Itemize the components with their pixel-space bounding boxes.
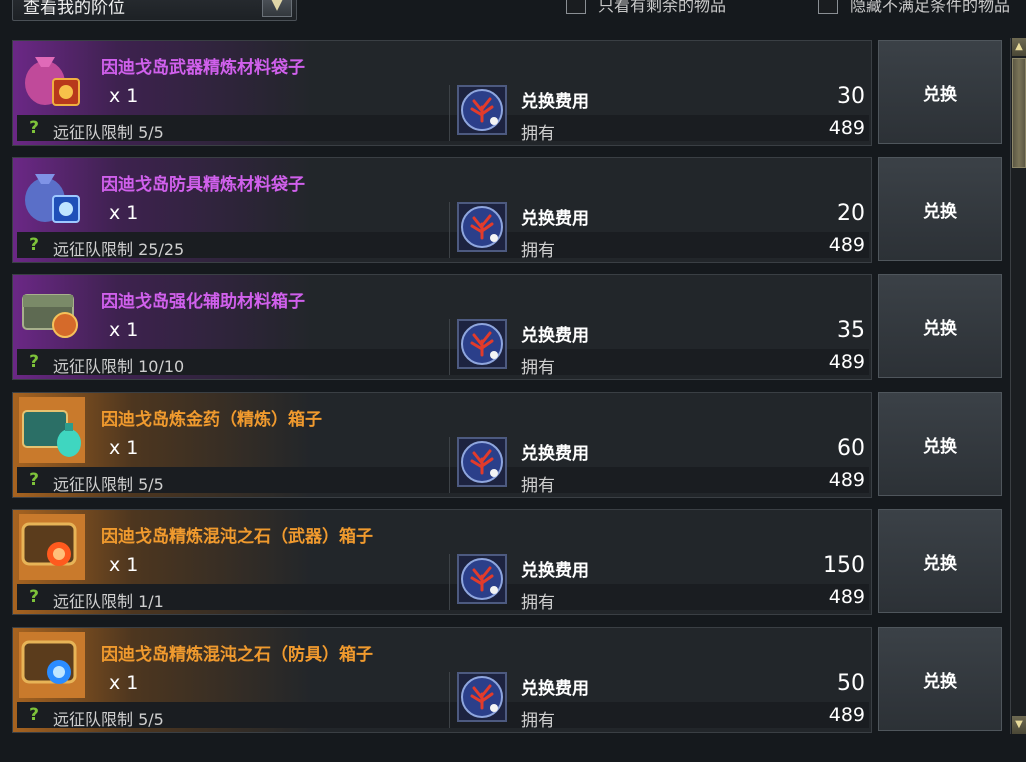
expedition-limit: 远征队限制 5/5: [53, 123, 164, 142]
item-quantity: x 1: [109, 319, 139, 341]
exchange-button[interactable]: 兑换: [878, 40, 1002, 144]
owned-value: 489: [828, 469, 865, 491]
exchange-button[interactable]: 兑换: [878, 509, 1002, 613]
owned-label: 拥有: [521, 476, 555, 496]
coral-currency-icon: [457, 202, 507, 252]
exchange-button[interactable]: 兑换: [878, 157, 1002, 261]
checkbox-box[interactable]: [818, 0, 838, 14]
weapon-material-bag-icon[interactable]: [19, 45, 85, 111]
scroll-up-icon[interactable]: ▲: [1012, 38, 1026, 56]
expedition-limit: 远征队限制 10/10: [53, 357, 185, 376]
item-card: 因迪戈岛精炼混沌之石（武器）箱子 x 1? 远征队限制 1/1 兑换费用 150 拥有 48…: [12, 509, 872, 615]
owned-value: 489: [828, 586, 865, 608]
owned-label: 拥有: [521, 593, 555, 613]
hide-unmet-label: 隐藏不满足条件的物品: [850, 0, 1011, 15]
coral-currency-icon: [457, 437, 507, 487]
help-icon[interactable]: ?: [25, 588, 43, 606]
help-icon[interactable]: ?: [25, 706, 43, 724]
item-name: 因迪戈岛防具精炼材料袋子: [101, 175, 305, 195]
cost-value: 60: [837, 436, 865, 461]
expedition-limit: 远征队限制 5/5: [53, 475, 164, 494]
checkbox-box[interactable]: [566, 0, 586, 14]
expedition-limit: 远征队限制 5/5: [53, 710, 164, 729]
divider: [449, 554, 450, 610]
item-name: 因迪戈岛炼金药（精炼）箱子: [101, 410, 322, 430]
owned-value: 489: [828, 117, 865, 139]
cost-label: 兑换费用: [521, 209, 589, 229]
item-name: 因迪戈岛精炼混沌之石（防具）箱子: [101, 645, 373, 665]
item-card: 因迪戈岛防具精炼材料袋子 x 1? 远征队限制 25/25 兑换费用 20 拥有 489: [12, 157, 872, 263]
owned-value: 489: [828, 234, 865, 256]
scroll-thumb[interactable]: [1012, 58, 1026, 168]
item-quantity: x 1: [109, 202, 139, 224]
exchange-button[interactable]: 兑换: [878, 627, 1002, 731]
cost-value: 35: [837, 318, 865, 343]
cost-value: 50: [837, 671, 865, 696]
exchange-button[interactable]: 兑换: [878, 274, 1002, 378]
enhancement-material-chest-icon[interactable]: [19, 279, 85, 345]
item-quantity: x 1: [109, 437, 139, 459]
divider: [449, 319, 450, 375]
coral-currency-icon: [457, 319, 507, 369]
cost-label: 兑换费用: [521, 444, 589, 464]
item-name: 因迪戈岛精炼混沌之石（武器）箱子: [101, 527, 373, 547]
list-item: 因迪戈岛精炼混沌之石（武器）箱子 x 1? 远征队限制 1/1 兑换费用 150 拥有 48…: [12, 509, 1002, 615]
cost-label: 兑换费用: [521, 92, 589, 112]
chevron-down-icon[interactable]: ▼: [262, 0, 292, 17]
cost-label: 兑换费用: [521, 679, 589, 699]
owned-value: 489: [828, 351, 865, 373]
list-item: 因迪戈岛武器精炼材料袋子 x 1? 远征队限制 5/5 兑换费用 30 拥有 489 兑换: [12, 40, 1002, 146]
owned-label: 拥有: [521, 711, 555, 731]
cost-value: 30: [837, 84, 865, 109]
list-item: 因迪戈岛防具精炼材料袋子 x 1? 远征队限制 25/25 兑换费用 20 拥有 489 兑换: [12, 157, 1002, 263]
cost-label: 兑换费用: [521, 561, 589, 581]
help-icon[interactable]: ?: [25, 353, 43, 371]
item-quantity: x 1: [109, 554, 139, 576]
scrollbar[interactable]: ▲ ▼: [1010, 38, 1026, 734]
coral-currency-icon: [457, 554, 507, 604]
cost-value: 20: [837, 201, 865, 226]
owned-label: 拥有: [521, 124, 555, 144]
item-card: 因迪戈岛武器精炼材料袋子 x 1? 远征队限制 5/5 兑换费用 30 拥有 489: [12, 40, 872, 146]
chaos-stone-weapon-chest-icon[interactable]: [19, 514, 85, 580]
alchemy-potion-chest-icon[interactable]: [19, 397, 85, 463]
item-card: 因迪戈岛精炼混沌之石（防具）箱子 x 1? 远征队限制 5/5 兑换费用 50 拥有 489: [12, 627, 872, 733]
item-name: 因迪戈岛强化辅助材料箱子: [101, 292, 305, 312]
coral-currency-icon: [457, 672, 507, 722]
exchange-button[interactable]: 兑换: [878, 392, 1002, 496]
item-card: 因迪戈岛强化辅助材料箱子 x 1? 远征队限制 10/10 兑换费用 35 拥有 489: [12, 274, 872, 380]
only-remaining-label: 只看有剩余的物品: [598, 0, 727, 15]
armor-material-bag-icon[interactable]: [19, 162, 85, 228]
filter-bar: 查看我的阶位 ▼ 只看有剩余的物品 隐藏不满足条件的物品: [0, 0, 1026, 34]
divider: [449, 202, 450, 258]
list-item: 因迪戈岛精炼混沌之石（防具）箱子 x 1? 远征队限制 5/5 兑换费用 50 拥有 489…: [12, 627, 1002, 733]
scroll-down-icon[interactable]: ▼: [1012, 716, 1026, 734]
owned-value: 489: [828, 704, 865, 726]
item-quantity: x 1: [109, 672, 139, 694]
item-card: 因迪戈岛炼金药（精炼）箱子 x 1? 远征队限制 5/5 兑换费用 60 拥有 489: [12, 392, 872, 498]
list-item: 因迪戈岛强化辅助材料箱子 x 1? 远征队限制 10/10 兑换费用 35 拥有 489 兑换: [12, 274, 1002, 380]
item-name: 因迪戈岛武器精炼材料袋子: [101, 58, 305, 78]
cost-value: 150: [823, 553, 865, 578]
owned-label: 拥有: [521, 241, 555, 261]
hide-unmet-checkbox[interactable]: 隐藏不满足条件的物品: [818, 0, 1010, 16]
divider: [449, 85, 450, 141]
item-quantity: x 1: [109, 85, 139, 107]
help-icon[interactable]: ?: [25, 119, 43, 137]
owned-label: 拥有: [521, 358, 555, 378]
cost-label: 兑换费用: [521, 326, 589, 346]
expedition-limit: 远征队限制 25/25: [53, 240, 185, 259]
divider: [449, 437, 450, 493]
expedition-limit: 远征队限制 1/1: [53, 592, 164, 611]
list-item: 因迪戈岛炼金药（精炼）箱子 x 1? 远征队限制 5/5 兑换费用 60 拥有 489 兑换: [12, 392, 1002, 498]
divider: [449, 672, 450, 728]
chaos-stone-armor-chest-icon[interactable]: [19, 632, 85, 698]
help-icon[interactable]: ?: [25, 236, 43, 254]
only-remaining-checkbox[interactable]: 只看有剩余的物品: [566, 0, 726, 16]
help-icon[interactable]: ?: [25, 471, 43, 489]
rank-dropdown-label: 查看我的阶位: [23, 0, 125, 18]
coral-currency-icon: [457, 85, 507, 135]
rank-dropdown[interactable]: 查看我的阶位 ▼: [12, 0, 297, 21]
